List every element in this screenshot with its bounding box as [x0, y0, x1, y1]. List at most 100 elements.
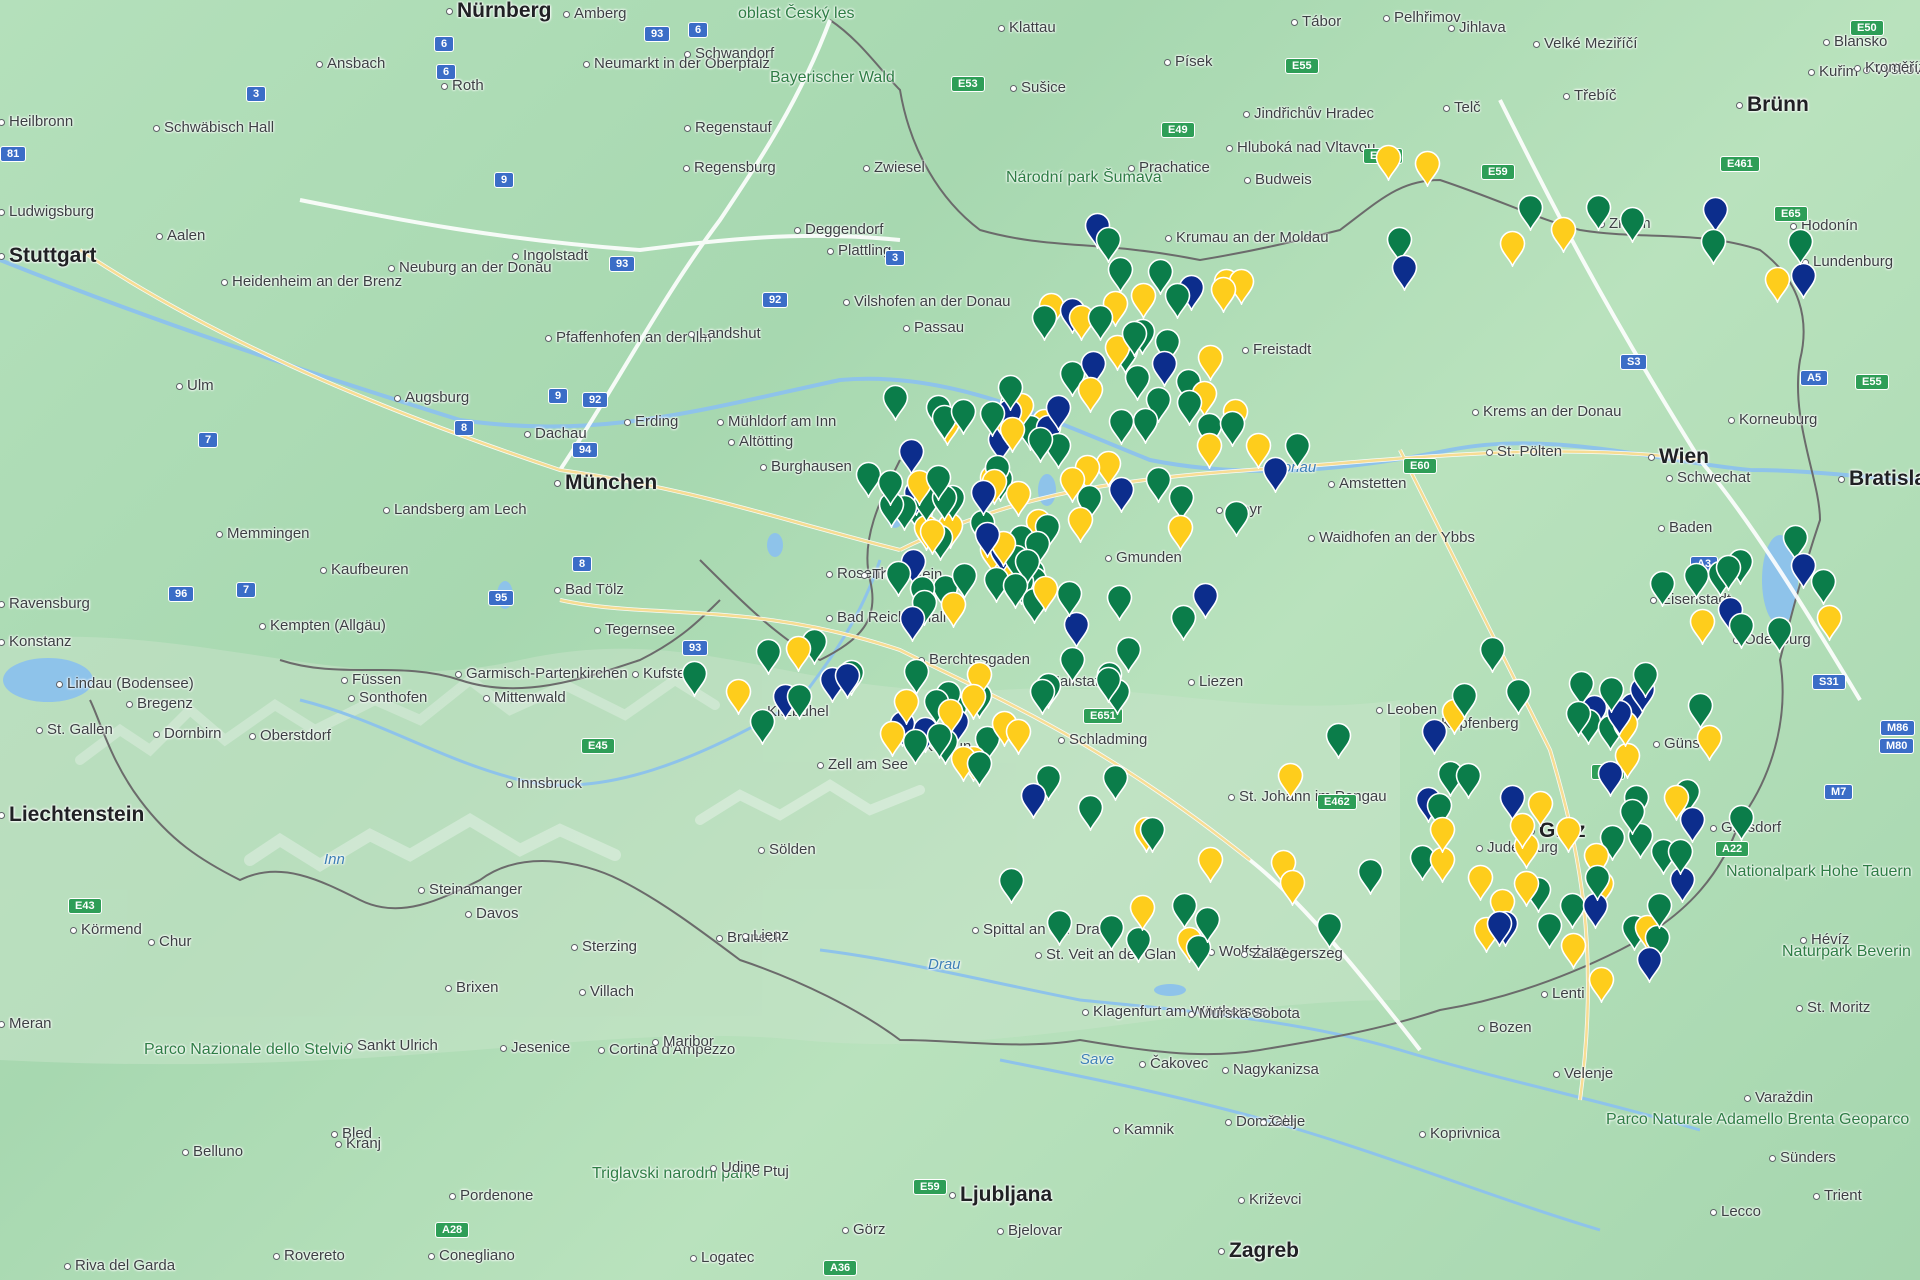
- map-marker-blue[interactable]: [974, 521, 1001, 558]
- map-marker-yellow[interactable]: [893, 688, 920, 725]
- map-marker-yellow[interactable]: [919, 518, 946, 555]
- map-marker-blue[interactable]: [970, 479, 997, 516]
- map-marker-blue[interactable]: [1192, 582, 1219, 619]
- map-marker-green[interactable]: [1029, 678, 1056, 715]
- map-marker-yellow[interactable]: [1277, 762, 1304, 799]
- map-marker-green[interactable]: [1766, 616, 1793, 653]
- map-marker-green[interactable]: [951, 562, 978, 599]
- map-marker-yellow[interactable]: [1689, 608, 1716, 645]
- map-marker-green[interactable]: [681, 660, 708, 697]
- map-marker-green[interactable]: [1632, 661, 1659, 698]
- map-marker-yellow[interactable]: [1210, 276, 1237, 313]
- map-marker-green[interactable]: [1098, 914, 1125, 951]
- map-marker-green[interactable]: [1619, 206, 1646, 243]
- map-marker-green[interactable]: [1505, 678, 1532, 715]
- map-marker-green[interactable]: [966, 750, 993, 787]
- map-marker-yellow[interactable]: [1167, 514, 1194, 551]
- map-marker-yellow[interactable]: [1816, 604, 1843, 641]
- map-marker-yellow[interactable]: [1513, 870, 1540, 907]
- map-marker-green[interactable]: [1121, 320, 1148, 357]
- map-marker-green[interactable]: [1649, 570, 1676, 607]
- map-marker-green[interactable]: [1585, 194, 1612, 231]
- map-marker-yellow[interactable]: [999, 416, 1026, 453]
- map-marker-blue[interactable]: [899, 605, 926, 642]
- map-marker-green[interactable]: [1715, 554, 1742, 591]
- map-marker-yellow[interactable]: [1527, 790, 1554, 827]
- map-marker-green[interactable]: [1046, 909, 1073, 946]
- map-marker-yellow[interactable]: [1279, 869, 1306, 906]
- map-marker-green[interactable]: [1056, 580, 1083, 617]
- map-marker-yellow[interactable]: [1067, 506, 1094, 543]
- map-marker-blue[interactable]: [834, 662, 861, 699]
- map-marker-green[interactable]: [1584, 864, 1611, 901]
- map-marker-green[interactable]: [1598, 676, 1625, 713]
- map-marker-yellow[interactable]: [1764, 266, 1791, 303]
- map-marker-blue[interactable]: [1020, 782, 1047, 819]
- map-marker-yellow[interactable]: [1696, 724, 1723, 761]
- map-marker-yellow[interactable]: [1414, 150, 1441, 187]
- map-marker-green[interactable]: [1687, 692, 1714, 729]
- map-marker-green[interactable]: [1787, 228, 1814, 265]
- map-marker-yellow[interactable]: [1130, 282, 1157, 319]
- map-marker-yellow[interactable]: [1196, 432, 1223, 469]
- map-marker-green[interactable]: [1223, 500, 1250, 537]
- map-marker-yellow[interactable]: [1077, 376, 1104, 413]
- map-marker-green[interactable]: [1479, 636, 1506, 673]
- map-marker-green[interactable]: [1565, 700, 1592, 737]
- map-marker-green[interactable]: [1517, 194, 1544, 231]
- map-marker-yellow[interactable]: [1499, 230, 1526, 267]
- map-marker-green[interactable]: [1108, 408, 1135, 445]
- map-marker-green[interactable]: [1683, 562, 1710, 599]
- map-marker-green[interactable]: [755, 638, 782, 675]
- map-marker-green[interactable]: [1059, 646, 1086, 683]
- map-canvas[interactable]: Nürnberg Amberg oblast Český les Klattau Táb…: [0, 0, 1920, 1280]
- map-marker-green[interactable]: [1132, 407, 1159, 444]
- map-marker-blue[interactable]: [1151, 350, 1178, 387]
- map-marker-yellow[interactable]: [1005, 718, 1032, 755]
- map-marker-green[interactable]: [1077, 794, 1104, 831]
- map-marker-green[interactable]: [882, 384, 909, 421]
- map-marker-yellow[interactable]: [1560, 932, 1587, 969]
- map-marker-green[interactable]: [1325, 722, 1352, 759]
- map-marker-green[interactable]: [1125, 926, 1152, 963]
- map-marker-yellow[interactable]: [1550, 216, 1577, 253]
- map-marker-yellow[interactable]: [1059, 466, 1086, 503]
- map-marker-yellow[interactable]: [1663, 784, 1690, 821]
- map-marker-blue[interactable]: [1045, 394, 1072, 431]
- map-marker-green[interactable]: [926, 722, 953, 759]
- map-marker-green[interactable]: [1810, 568, 1837, 605]
- map-marker-green[interactable]: [1728, 612, 1755, 649]
- map-marker-yellow[interactable]: [1429, 816, 1456, 853]
- map-marker-green[interactable]: [1455, 762, 1482, 799]
- map-marker-blue[interactable]: [1391, 254, 1418, 291]
- map-marker-green[interactable]: [1357, 858, 1384, 895]
- map-marker-green[interactable]: [925, 464, 952, 501]
- map-marker-blue[interactable]: [1790, 262, 1817, 299]
- map-marker-yellow[interactable]: [1032, 575, 1059, 612]
- map-marker-yellow[interactable]: [1375, 144, 1402, 181]
- map-marker-green[interactable]: [1700, 228, 1727, 265]
- map-marker-green[interactable]: [1219, 410, 1246, 447]
- map-marker-yellow[interactable]: [1467, 864, 1494, 901]
- map-marker-green[interactable]: [998, 867, 1025, 904]
- map-marker-yellow[interactable]: [1555, 816, 1582, 853]
- map-marker-green[interactable]: [902, 728, 929, 765]
- map-marker-green[interactable]: [1194, 906, 1221, 943]
- map-marker-yellow[interactable]: [960, 683, 987, 720]
- map-marker-green[interactable]: [1316, 912, 1343, 949]
- map-marker-yellow[interactable]: [725, 678, 752, 715]
- map-marker-green[interactable]: [1164, 282, 1191, 319]
- map-marker-blue[interactable]: [1486, 910, 1513, 947]
- map-marker-green[interactable]: [885, 560, 912, 597]
- map-marker-green[interactable]: [1619, 798, 1646, 835]
- map-marker-green[interactable]: [1451, 682, 1478, 719]
- map-marker-green[interactable]: [1115, 636, 1142, 673]
- map-marker-green[interactable]: [877, 469, 904, 506]
- map-marker-green[interactable]: [1027, 426, 1054, 463]
- map-marker-blue[interactable]: [1636, 946, 1663, 983]
- map-marker-yellow[interactable]: [1197, 846, 1224, 883]
- map-marker-green[interactable]: [1031, 304, 1058, 341]
- map-marker-yellow[interactable]: [1129, 894, 1156, 931]
- map-marker-green[interactable]: [950, 398, 977, 435]
- map-marker-yellow[interactable]: [785, 635, 812, 672]
